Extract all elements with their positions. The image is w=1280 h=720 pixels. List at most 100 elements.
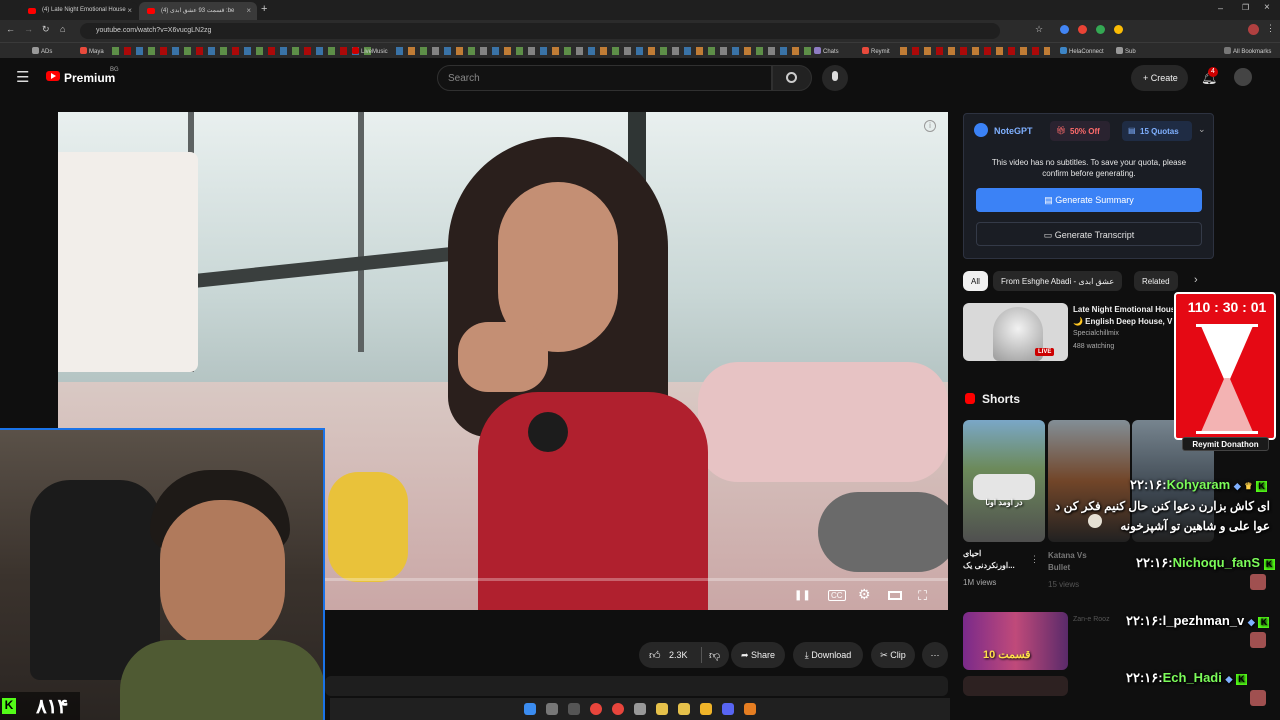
verified-badge-icon: ◆ (1225, 674, 1233, 684)
reload-icon[interactable]: ↻ (42, 24, 50, 35)
bookmark-sub[interactable]: Sub (1116, 47, 1136, 55)
share-button[interactable]: ➦ Share (731, 642, 785, 668)
extension-icon[interactable] (1078, 25, 1087, 34)
chip-from-channel[interactable]: From Eshghe Abadi - عشق ابدی (993, 271, 1123, 291)
youtube-favicon-icon (28, 8, 36, 14)
new-tab-icon[interactable]: + (261, 3, 267, 15)
maximize-icon[interactable]: ❐ (1242, 3, 1249, 12)
fullscreen-icon[interactable]: ⛶ (918, 588, 927, 604)
thumbs-down-icon[interactable]: 👎︎ (709, 649, 720, 662)
shorts-header: Shorts (982, 392, 1021, 406)
emote-icon (1250, 574, 1266, 590)
gift-icon: 🎁︎ (1056, 126, 1067, 135)
obs-icon[interactable] (634, 703, 646, 715)
close-tab-icon[interactable]: × (246, 6, 251, 15)
related-thumbnail[interactable]: LIVE (963, 303, 1068, 361)
short-title-1[interactable]: احیای اورنکردنی یک... (963, 548, 1033, 572)
quotas-badge[interactable]: ▤ 15 Quotas (1122, 121, 1192, 141)
bookmark-star-icon[interactable]: ☆ (1035, 24, 1043, 35)
back-icon[interactable]: ← (6, 24, 15, 34)
file-icon[interactable] (678, 703, 690, 715)
brand-label[interactable]: Premium (64, 71, 115, 85)
close-window-icon[interactable]: × (1264, 2, 1270, 13)
chat-username: Kohyaram (1166, 477, 1231, 492)
bookmark-maya[interactable]: Maya (80, 47, 104, 55)
episode-title[interactable]: Zan-e Rooz (1073, 616, 1110, 623)
pause-toggle-icon[interactable]: ❚❚ (794, 590, 811, 601)
more-options-icon[interactable]: ⋮ (1030, 554, 1039, 565)
episode-thumbnail[interactable]: قسمت 10 (963, 612, 1068, 670)
captions-icon[interactable]: CC (828, 590, 846, 601)
description-box[interactable] (325, 676, 948, 696)
browser-menu-icon[interactable]: ⋮ (1266, 23, 1275, 34)
search-input[interactable]: Search (437, 65, 772, 91)
task-view-icon[interactable] (546, 703, 558, 715)
media-player-icon[interactable] (612, 703, 624, 715)
person-hand (458, 322, 548, 392)
pen-app-icon[interactable] (568, 703, 580, 715)
url-field[interactable]: youtube.com/watch?v=X6vucgLN2zg (80, 23, 1000, 39)
streamer-face (160, 500, 285, 650)
chat-timestamp: ۲۲:۱۶ (1136, 555, 1169, 570)
profile-avatar[interactable] (1248, 24, 1259, 35)
chrome-icon[interactable] (590, 703, 602, 715)
chip-all[interactable]: All (963, 271, 988, 291)
short-views-2: 15 views (1048, 580, 1080, 589)
lapel-microphone (528, 412, 568, 452)
short-title-line2: اورنکردنی یک... (963, 561, 1015, 570)
bookmark-chats[interactable]: Chats (814, 47, 839, 55)
discount-badge[interactable]: 🎁︎ 50% Off (1050, 121, 1110, 141)
chair-brand-text (50, 510, 140, 524)
minimize-icon[interactable]: – (1218, 3, 1223, 13)
chevron-right-icon[interactable]: › (1194, 274, 1198, 286)
short-title-2[interactable]: Katana Vs Bullet (1048, 550, 1118, 574)
more-actions-button[interactable]: ⋯ (922, 642, 948, 668)
download-button[interactable]: ⤓ Download (793, 642, 863, 668)
related-title[interactable]: Late Night Emotional House 🌙 English Dee… (1073, 304, 1173, 328)
episode-thumbnail-next[interactable] (963, 676, 1068, 696)
video-actions: 👍︎ 2.3K 👎︎ ➦ Share ⤓ Download ✂ Clip ⋯ (330, 640, 950, 668)
generate-summary-button[interactable]: ▤ Generate Summary (976, 188, 1202, 212)
file-explorer-icon[interactable] (700, 703, 712, 715)
voice-search-button[interactable] (822, 65, 848, 91)
chat-username: Ech_Hadi (1162, 670, 1222, 685)
all-bookmarks[interactable]: All Bookmarks (1224, 47, 1271, 55)
bookmark-livemusic[interactable]: LiveMusic (352, 47, 388, 55)
thumbs-up-icon[interactable]: 👍︎ (649, 649, 661, 662)
hourglass-top (1201, 326, 1253, 380)
extension-icon[interactable] (1114, 25, 1123, 34)
chevron-down-icon[interactable]: ⌄ (1198, 124, 1206, 135)
create-button[interactable]: + Create (1131, 65, 1188, 91)
home-icon[interactable]: ⌂ (60, 24, 65, 34)
app-icon[interactable] (744, 703, 756, 715)
like-count[interactable]: 2.3K (669, 650, 688, 660)
bookmark-reymit[interactable]: Reymit (862, 47, 890, 55)
short-thumbnail-1[interactable]: در اومد اونا (963, 420, 1045, 542)
browser-tab-2[interactable]: (4) قسمت 93 عشق ابدی :be × (139, 2, 257, 20)
chip-related[interactable]: Related (1134, 271, 1178, 291)
hamburger-menu-icon[interactable]: ☰ (16, 68, 29, 86)
related-channel[interactable]: Specialchillmix (1073, 330, 1119, 337)
extension-icon[interactable] (1060, 25, 1069, 34)
search-button[interactable] (772, 65, 812, 91)
clip-button[interactable]: ✂ Clip (871, 642, 915, 668)
forward-icon[interactable]: → (24, 24, 33, 34)
discount-label: 50% Off (1070, 127, 1100, 136)
settings-gear-icon[interactable]: ⚙ (858, 586, 871, 603)
windows-start-icon[interactable] (524, 703, 536, 715)
bookmark-ads[interactable]: ADs (32, 47, 52, 55)
viewer-count: ۸۱۴ (36, 696, 69, 718)
youtube-logo-icon[interactable] (46, 71, 60, 81)
extension-icon[interactable] (1096, 25, 1105, 34)
notes-icon[interactable] (656, 703, 668, 715)
generate-transcript-button[interactable]: ▭ Generate Transcript (976, 222, 1202, 246)
close-tab-icon[interactable]: × (127, 6, 132, 15)
browser-tab-1[interactable]: (4) Late Night Emotional House × (20, 2, 138, 20)
bookmark-helaconnect[interactable]: HelaConnect (1060, 47, 1104, 55)
theater-mode-icon[interactable] (888, 591, 902, 600)
account-avatar[interactable] (1234, 68, 1252, 86)
info-icon[interactable]: i (924, 120, 936, 132)
notegpt-brand[interactable]: NoteGPT (994, 126, 1033, 136)
create-label: Create (1150, 73, 1178, 83)
discord-icon[interactable] (722, 703, 734, 715)
